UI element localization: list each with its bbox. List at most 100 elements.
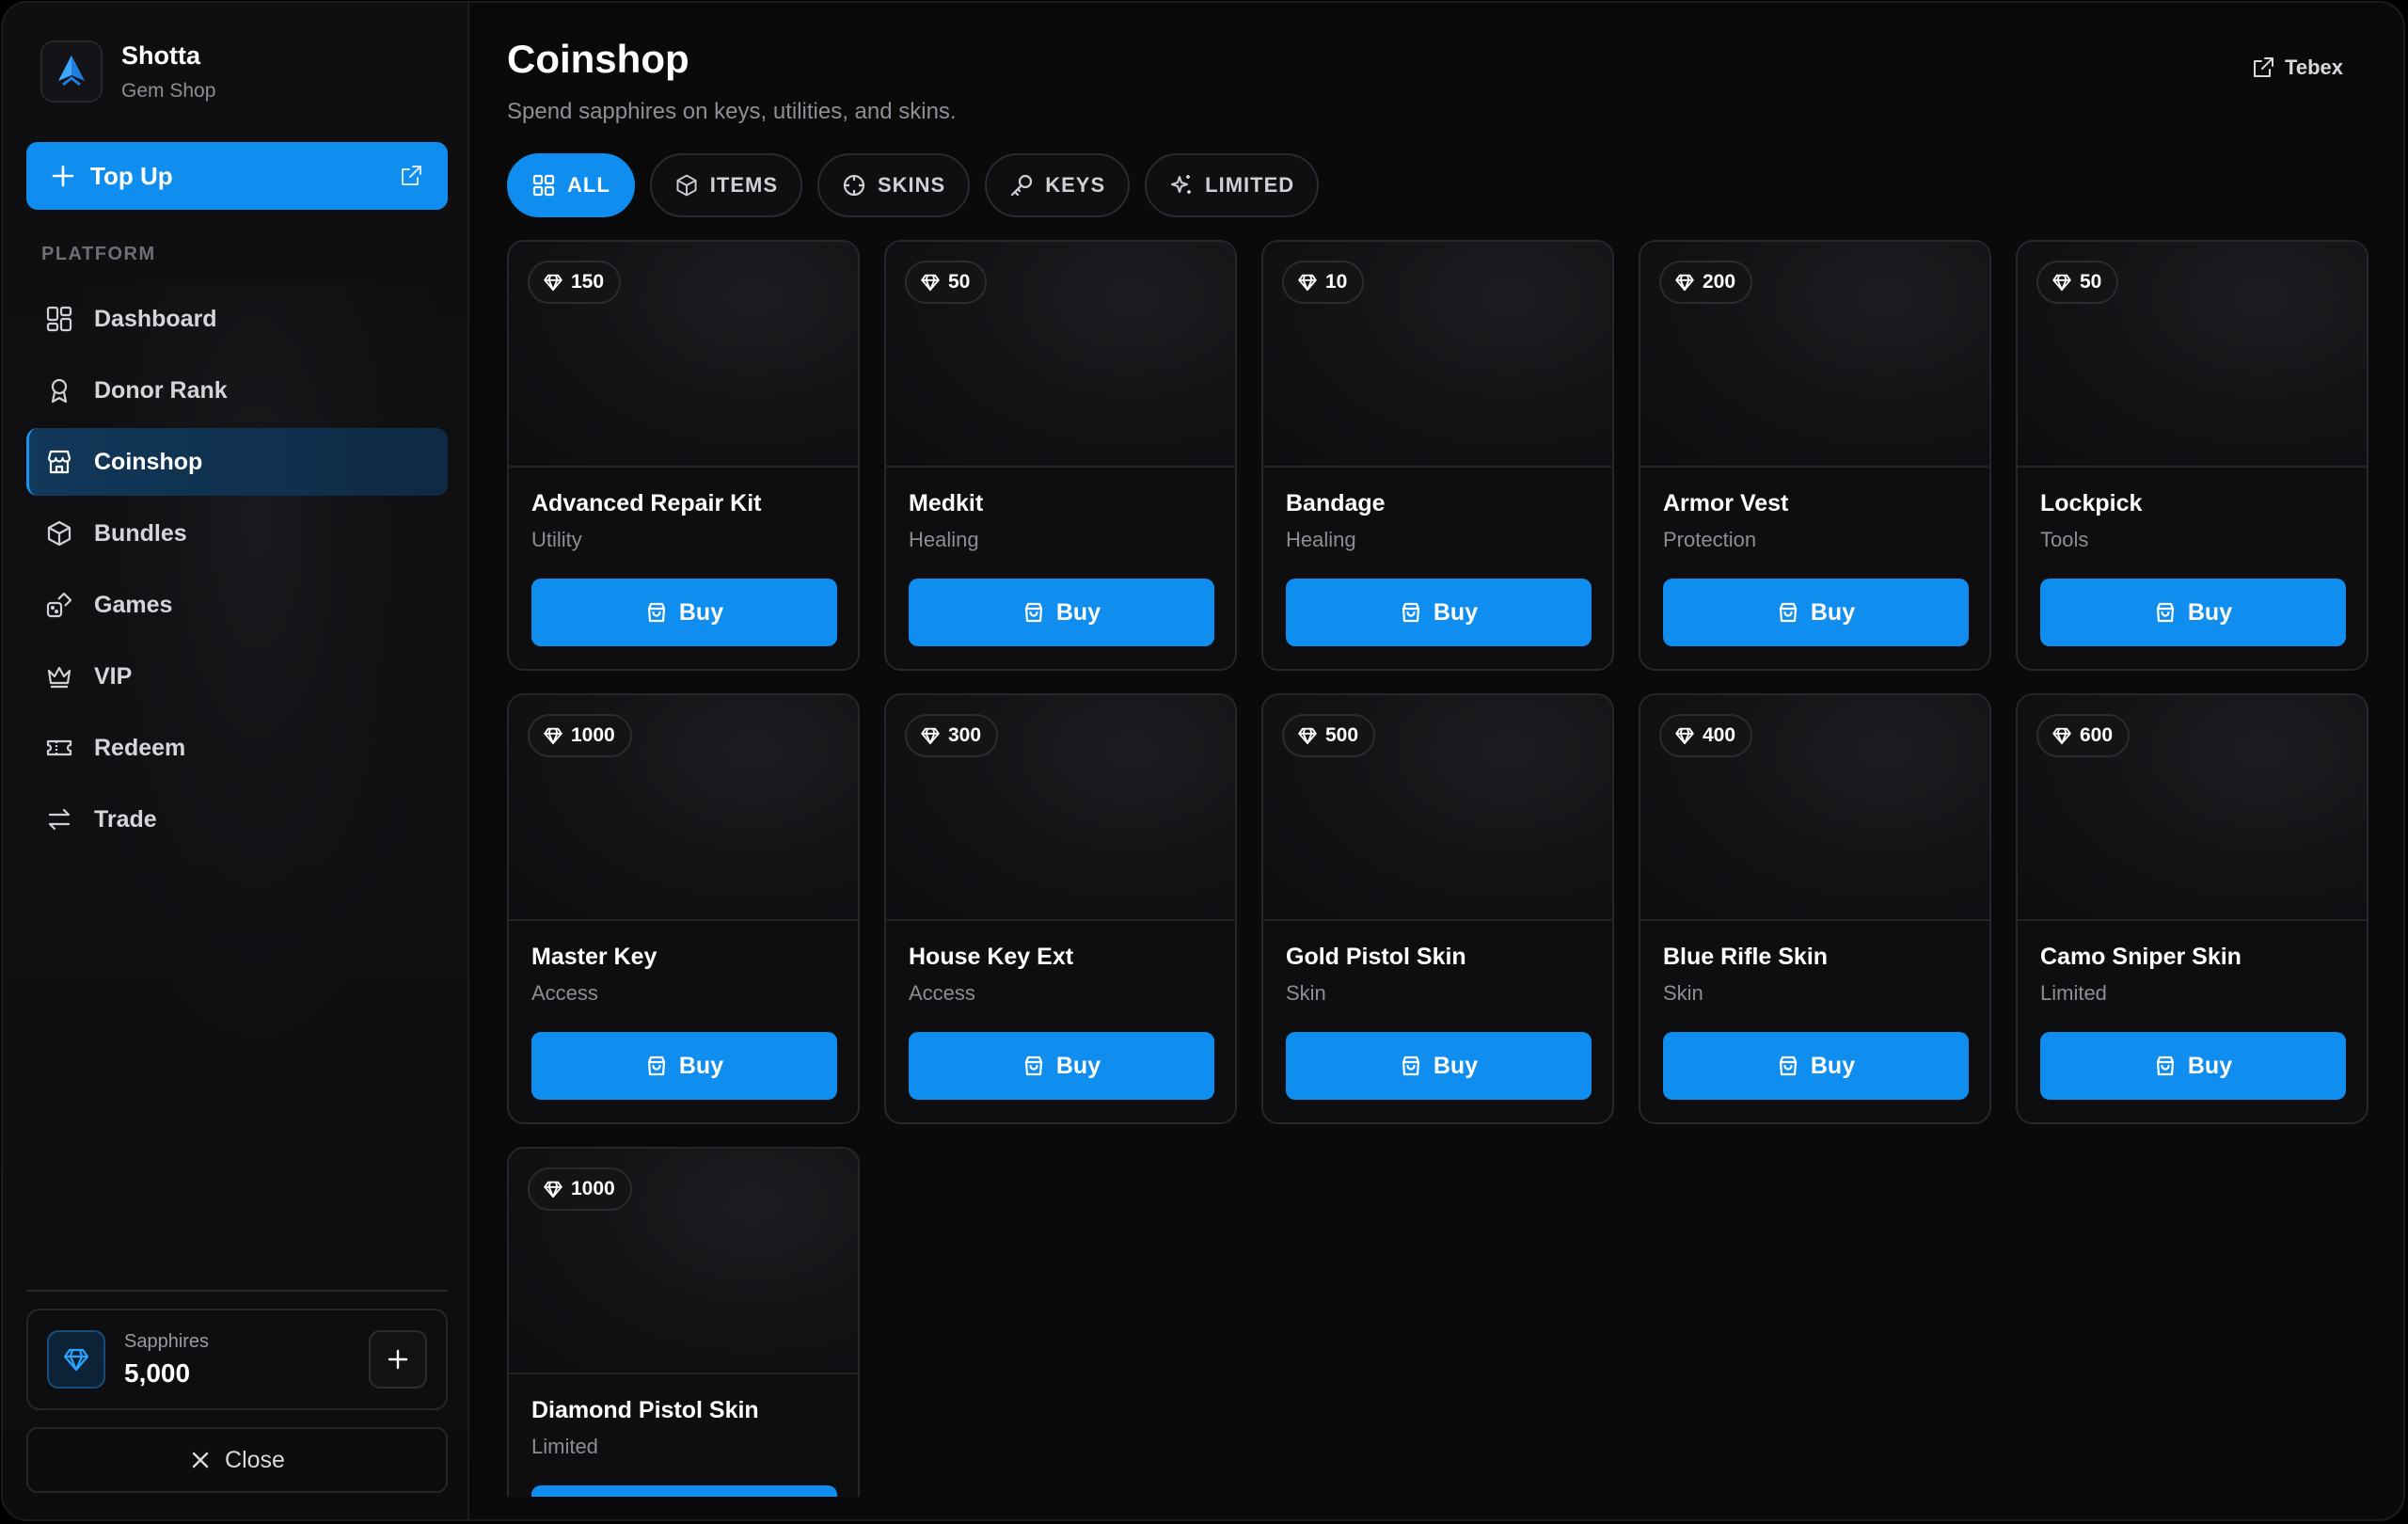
buy-button[interactable]: Buy (1286, 579, 1592, 646)
page-subtitle: Spend sapphires on keys, utilities, and … (507, 99, 957, 124)
filter-limited[interactable]: LIMITED (1145, 153, 1320, 217)
sidebar-item-label: Dashboard (94, 305, 217, 332)
price-value: 200 (1703, 271, 1736, 293)
sidebar-item-trade[interactable]: Trade (26, 786, 448, 853)
product-card: 500 Gold Pistol Skin Skin Buy (1261, 693, 1614, 1124)
buy-label: Buy (1055, 1052, 1101, 1079)
page-title: Coinshop (507, 37, 689, 81)
price-badge: 600 (2036, 714, 2131, 757)
product-card: 1000 Master Key Access Buy (507, 693, 860, 1124)
add-sapphires-button[interactable] (369, 1330, 427, 1389)
product-name: Master Key (531, 944, 657, 970)
package-icon (43, 517, 75, 549)
filter-items[interactable]: ITEMS (649, 153, 802, 217)
tebex-label: Tebex (2285, 56, 2343, 79)
price-value: 600 (2080, 724, 2114, 746)
shopping-bag-icon (645, 1055, 668, 1077)
price-badge: 10 (1282, 261, 1365, 304)
sidebar-item-redeem[interactable]: Redeem (26, 714, 448, 782)
price-value: 50 (948, 271, 971, 293)
price-badge: 400 (1659, 714, 1753, 757)
price-badge: 300 (905, 714, 999, 757)
diamond-icon (543, 272, 563, 293)
buy-button[interactable]: Buy (531, 1032, 837, 1100)
dice-icon (43, 589, 75, 621)
brand-name: Shotta (121, 40, 200, 70)
filter-label: LIMITED (1205, 173, 1295, 197)
diamond-icon (1674, 725, 1695, 746)
key-icon (1009, 173, 1034, 198)
buy-label: Buy (2187, 598, 2233, 626)
category-filters: ALL ITEMS SKINS KEYS LIMITED (507, 153, 1334, 217)
buy-label: Buy (1055, 598, 1101, 626)
shopping-bag-icon (645, 601, 668, 624)
filter-keys[interactable]: KEYS (985, 153, 1131, 217)
shopping-bag-icon (2154, 1055, 2177, 1077)
price-badge: 50 (905, 261, 988, 304)
product-category: Healing (1286, 528, 1356, 551)
diamond-icon (543, 725, 563, 746)
product-card: 50 Lockpick Tools Buy (2016, 240, 2368, 671)
tebex-link[interactable]: Tebex (2251, 56, 2343, 80)
price-badge: 1000 (528, 714, 632, 757)
sidebar-item-label: Donor Rank (94, 376, 228, 404)
app-window: Shotta Gem Shop Top Up PLATFORM Dashboar… (1, 1, 2405, 1521)
shopping-bag-icon (1022, 1055, 1045, 1077)
buy-label: Buy (678, 598, 724, 626)
package-icon (674, 173, 699, 198)
product-category: Limited (2040, 981, 2107, 1005)
buy-button[interactable]: Buy (2040, 1032, 2346, 1100)
price-badge: 50 (2036, 261, 2119, 304)
buy-label: Buy (678, 1052, 724, 1079)
product-category: Healing (909, 528, 979, 551)
top-up-button[interactable]: Top Up (26, 142, 448, 210)
sidebar: Shotta Gem Shop Top Up PLATFORM Dashboar… (3, 3, 469, 1519)
buy-button[interactable]: Buy (909, 579, 1214, 646)
product-name: Camo Sniper Skin (2040, 944, 2242, 970)
product-name: Gold Pistol Skin (1286, 944, 1466, 970)
buy-button[interactable]: Buy (2040, 579, 2346, 646)
product-name: Advanced Repair Kit (531, 490, 762, 516)
close-button[interactable]: Close (26, 1427, 448, 1493)
product-name: Armor Vest (1663, 490, 1789, 516)
filter-skins[interactable]: SKINS (817, 153, 971, 217)
price-badge: 1000 (528, 1167, 632, 1211)
buy-button[interactable]: Buy (1663, 1032, 1969, 1100)
buy-button[interactable]: Buy (1286, 1032, 1592, 1100)
price-value: 500 (1325, 724, 1359, 746)
sidebar-item-bundles[interactable]: Bundles (26, 500, 448, 567)
buy-button[interactable]: Buy (531, 579, 837, 646)
product-category: Access (909, 981, 975, 1005)
product-card: 400 Blue Rifle Skin Skin Buy (1639, 693, 1991, 1124)
diamond-icon (2052, 725, 2072, 746)
external-link-icon (399, 164, 423, 188)
buy-label: Buy (1810, 1052, 1856, 1079)
diamond-icon (1297, 725, 1318, 746)
shopping-bag-icon (1022, 601, 1045, 624)
shopping-bag-icon (1400, 601, 1422, 624)
shopping-bag-icon (2154, 601, 2177, 624)
buy-button[interactable]: Buy (909, 1032, 1214, 1100)
brand: Shotta Gem Shop (40, 40, 215, 103)
price-value: 50 (2080, 271, 2102, 293)
product-category: Access (531, 981, 598, 1005)
price-value: 1000 (571, 1178, 615, 1199)
sidebar-item-games[interactable]: Games (26, 571, 448, 639)
shopping-bag-icon (1400, 1055, 1422, 1077)
diamond-icon (920, 272, 941, 293)
sidebar-item-donor-rank[interactable]: Donor Rank (26, 357, 448, 424)
price-value: 150 (571, 271, 605, 293)
section-label-platform: PLATFORM (41, 244, 156, 264)
sidebar-item-label: VIP (94, 662, 133, 690)
close-icon (189, 1449, 212, 1471)
store-icon (43, 446, 75, 478)
sidebar-item-vip[interactable]: VIP (26, 643, 448, 710)
product-category: Limited (531, 1435, 598, 1458)
sidebar-item-coinshop[interactable]: Coinshop (26, 428, 448, 496)
buy-button[interactable]: Buy (1663, 579, 1969, 646)
sidebar-item-label: Games (94, 591, 173, 618)
filter-all[interactable]: ALL (507, 153, 635, 217)
buy-button[interactable]: Buy (531, 1485, 837, 1497)
sidebar-item-dashboard[interactable]: Dashboard (26, 285, 448, 353)
diamond-icon (920, 725, 941, 746)
